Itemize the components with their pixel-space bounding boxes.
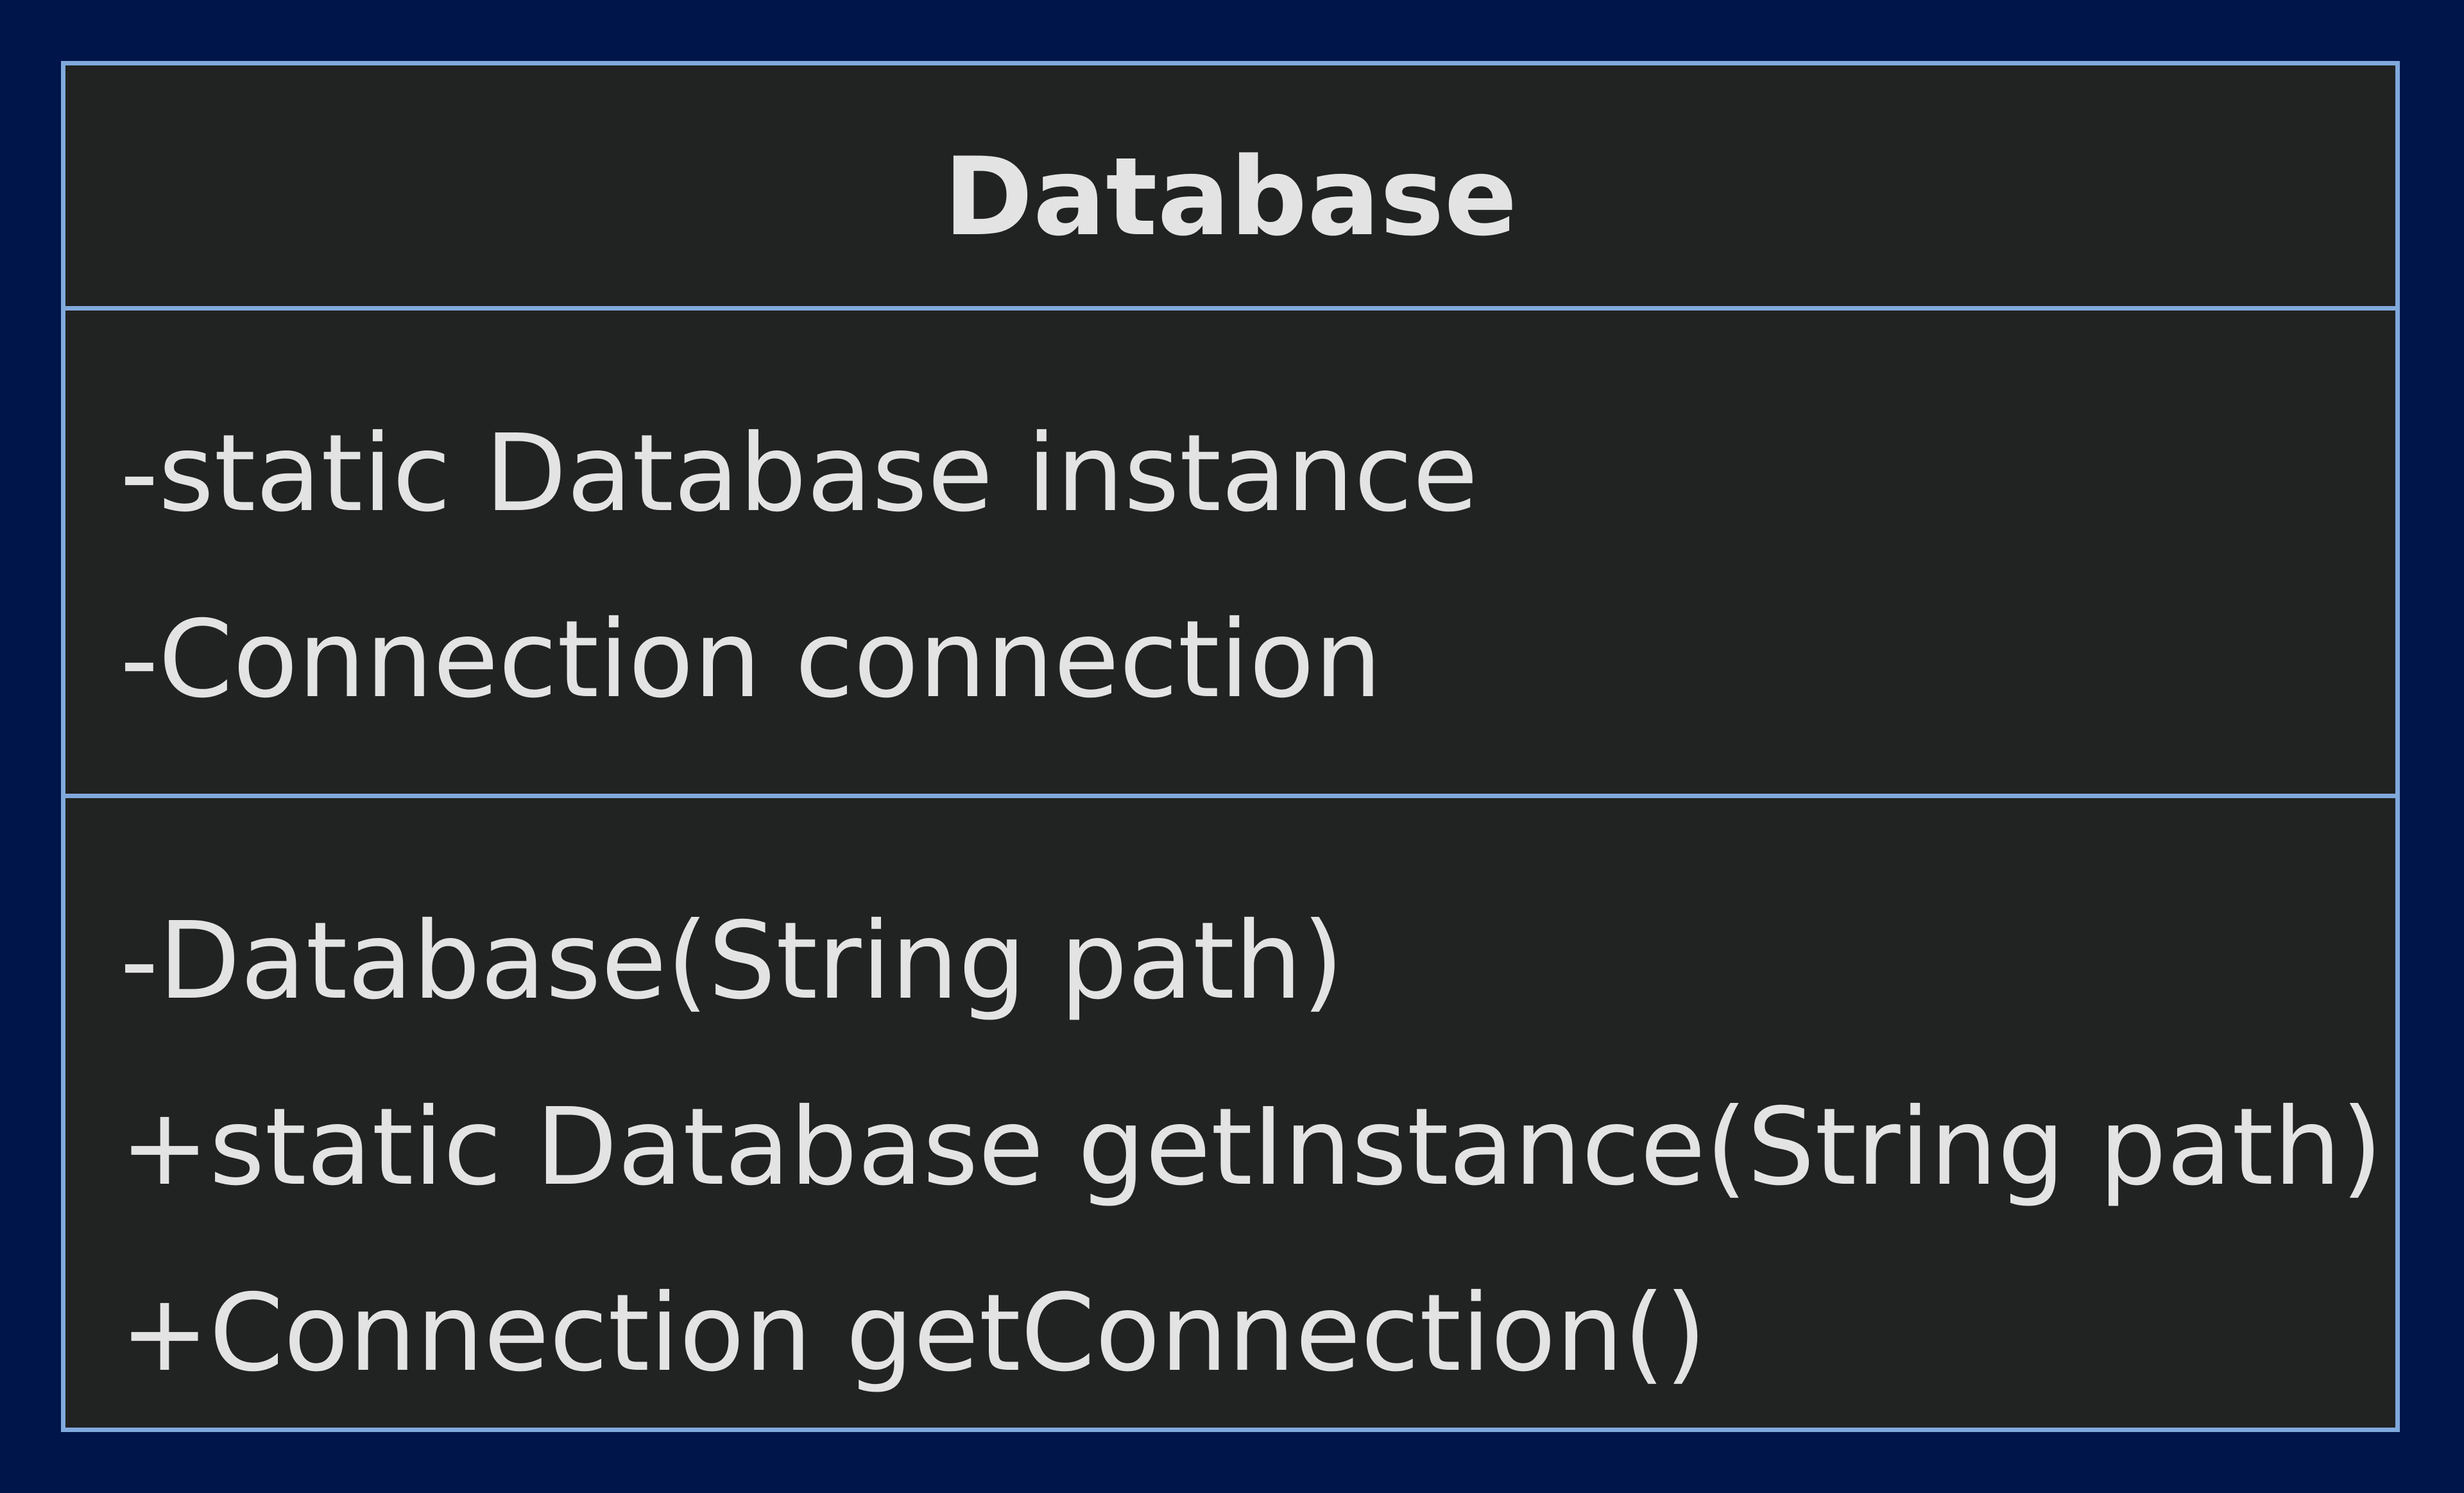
- header-divider: [65, 306, 2395, 311]
- methods-section: -Database(String path) +static Database …: [65, 798, 2395, 1428]
- attributes-section: -static Database instance -Connection co…: [65, 311, 2395, 794]
- class-name: Database: [943, 134, 1518, 260]
- method-get-instance: +static Database getInstance(String path…: [120, 1086, 2383, 1209]
- attribute-instance: -static Database instance: [120, 412, 1478, 536]
- class-header: Database: [65, 65, 2395, 306]
- attributes-divider: [65, 794, 2395, 798]
- method-constructor: -Database(String path): [120, 900, 1344, 1023]
- method-get-connection: +Connection getConnection(): [120, 1272, 1707, 1395]
- uml-class-box: Database -static Database instance -Conn…: [61, 61, 2400, 1432]
- attribute-connection: -Connection connection: [120, 598, 1382, 722]
